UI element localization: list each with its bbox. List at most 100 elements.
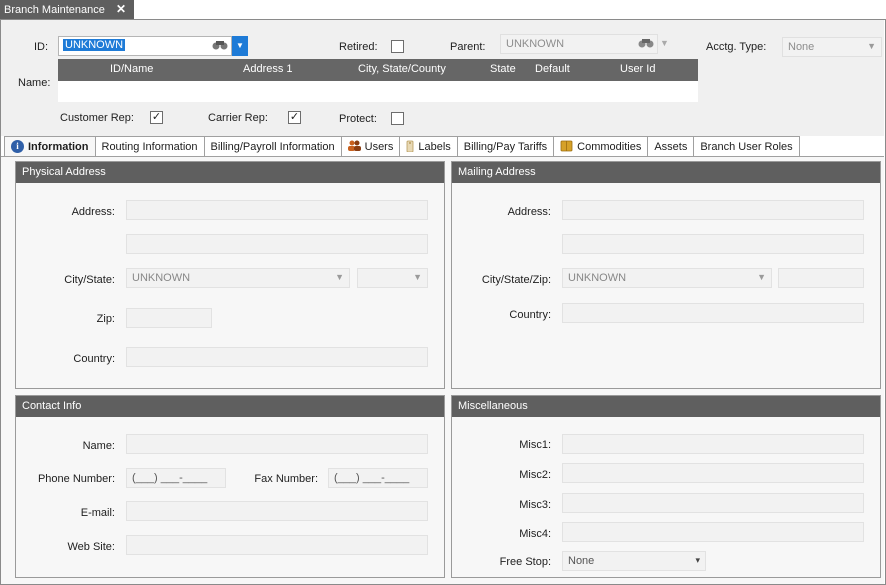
panel-title: Miscellaneous	[452, 396, 880, 417]
document-tab-title: Branch Maintenance	[4, 3, 105, 16]
tab-label: Labels	[418, 140, 451, 153]
fax-number-label: Fax Number:	[254, 473, 318, 485]
misc3-label: Misc3:	[519, 499, 551, 511]
panel-title: Physical Address	[16, 162, 444, 183]
grid-column-header[interactable]: City, State/County	[358, 63, 446, 75]
misc4-input[interactable]	[562, 522, 864, 542]
tab-strip: i Information Routing Information Billin…	[4, 136, 800, 157]
mailing-address-line2-input[interactable]	[562, 234, 864, 254]
phone-number-label: Phone Number:	[37, 473, 115, 485]
acctg-type-select[interactable]: None ▼	[782, 37, 882, 57]
label-icon	[406, 139, 414, 155]
document-tab[interactable]: Branch Maintenance ✕	[0, 0, 134, 19]
tab-label: Information	[28, 140, 89, 153]
panel-title: Mailing Address	[452, 162, 880, 183]
tab-branch-user-roles[interactable]: Branch User Roles	[693, 136, 800, 157]
mailing-address-label: Address:	[507, 206, 551, 218]
physical-state-select[interactable]: ▼	[357, 268, 428, 288]
chevron-down-icon[interactable]: ▼	[660, 38, 669, 48]
users-icon	[347, 140, 361, 154]
name-grid-body[interactable]	[58, 81, 698, 102]
physical-city-select[interactable]: UNKNOWN ▼	[126, 268, 350, 288]
physical-address-line2-input[interactable]	[126, 234, 428, 254]
info-icon: i	[11, 140, 24, 153]
free-stop-value: None	[568, 555, 595, 567]
misc3-input[interactable]	[562, 493, 864, 513]
misc2-input[interactable]	[562, 463, 864, 483]
website-input[interactable]	[126, 535, 428, 555]
grid-column-header[interactable]: Address 1	[243, 63, 293, 75]
close-icon[interactable]: ✕	[116, 2, 126, 16]
website-label: Web Site:	[67, 541, 116, 553]
name-grid-header: ID/Name Address 1 City, State/County Sta…	[58, 59, 698, 81]
phone-number-input[interactable]: (___) ___-____	[126, 468, 226, 488]
carrier-rep-checkbox[interactable]: ✓	[288, 111, 301, 124]
contact-name-label: Name:	[82, 440, 115, 452]
acctg-type-value: None	[788, 41, 815, 53]
physical-zip-input[interactable]	[126, 308, 212, 328]
tab-assets[interactable]: Assets	[647, 136, 694, 157]
grid-column-header[interactable]: ID/Name	[110, 63, 153, 75]
binoculars-icon[interactable]	[638, 38, 654, 52]
protect-checkbox[interactable]	[391, 112, 404, 125]
chevron-down-icon: ▼	[757, 272, 766, 282]
id-label: ID:	[34, 41, 49, 53]
binoculars-icon[interactable]	[212, 40, 228, 54]
grid-column-header[interactable]: State	[490, 63, 516, 75]
physical-country-input[interactable]	[126, 347, 428, 367]
tab-billing-pay-tariffs[interactable]: Billing/Pay Tariffs	[456, 136, 554, 157]
tab-label: Commodities	[577, 140, 642, 153]
misc1-label: Misc1:	[519, 439, 551, 451]
acctg-type-label: Acctg. Type:	[706, 41, 767, 53]
physical-zip-label: Zip:	[96, 313, 115, 325]
customer-rep-checkbox[interactable]: ✓	[150, 111, 163, 124]
fax-number-input[interactable]: (___) ___-____	[328, 468, 428, 488]
physical-address-line1-input[interactable]	[126, 200, 428, 220]
mailing-country-input[interactable]	[562, 303, 864, 323]
contact-name-input[interactable]	[126, 434, 428, 454]
parent-value: UNKNOWN	[506, 38, 565, 50]
misc4-label: Misc4:	[519, 528, 551, 540]
tab-label: Routing Information	[101, 140, 198, 153]
physical-city-state-label: City/State:	[64, 274, 115, 286]
free-stop-select[interactable]: None ▾	[562, 551, 706, 571]
tab-label: Branch User Roles	[700, 140, 793, 153]
tab-label: Billing/Payroll Information	[210, 140, 335, 153]
tab-information[interactable]: i Information	[4, 136, 95, 157]
misc2-label: Misc2:	[519, 469, 551, 481]
retired-checkbox[interactable]	[391, 40, 404, 53]
tab-commodities[interactable]: Commodities	[553, 136, 648, 157]
carrier-rep-label: Carrier Rep:	[208, 112, 268, 124]
customer-rep-label: Customer Rep:	[60, 112, 134, 124]
email-label: E-mail:	[80, 507, 115, 519]
chevron-down-icon: ▼	[413, 272, 422, 282]
physical-address-label: Address:	[71, 206, 115, 218]
id-value: UNKNOWN	[63, 39, 126, 51]
protect-label: Protect:	[339, 113, 377, 125]
id-input[interactable]: UNKNOWN	[58, 36, 232, 56]
parent-field[interactable]: UNKNOWN	[500, 34, 658, 54]
parent-label: Parent:	[450, 41, 486, 53]
physical-country-label: Country:	[73, 353, 115, 365]
tab-users[interactable]: Users	[340, 136, 400, 157]
mailing-country-label: Country:	[509, 309, 551, 321]
mailing-city-select[interactable]: UNKNOWN ▼	[562, 268, 772, 288]
misc1-input[interactable]	[562, 434, 864, 454]
chevron-down-icon: ▼	[236, 41, 244, 50]
tab-billing-payroll[interactable]: Billing/Payroll Information	[203, 136, 341, 157]
box-icon	[560, 139, 573, 155]
mailing-city-state-zip-label: City/State/Zip:	[481, 274, 551, 286]
chevron-down-icon: ▼	[867, 41, 876, 51]
free-stop-label: Free Stop:	[499, 556, 551, 568]
mailing-zip-input[interactable]	[778, 268, 864, 288]
mailing-address-line1-input[interactable]	[562, 200, 864, 220]
tab-label: Assets	[654, 140, 688, 153]
email-input[interactable]	[126, 501, 428, 521]
grid-column-header[interactable]: User Id	[620, 63, 655, 75]
tab-labels[interactable]: Labels	[399, 136, 457, 157]
panel-title: Contact Info	[16, 396, 444, 417]
tab-routing-information[interactable]: Routing Information	[94, 136, 204, 157]
id-dropdown-button[interactable]: ▼	[232, 36, 248, 56]
grid-column-header[interactable]: Default	[535, 63, 570, 75]
retired-label: Retired:	[339, 41, 378, 53]
